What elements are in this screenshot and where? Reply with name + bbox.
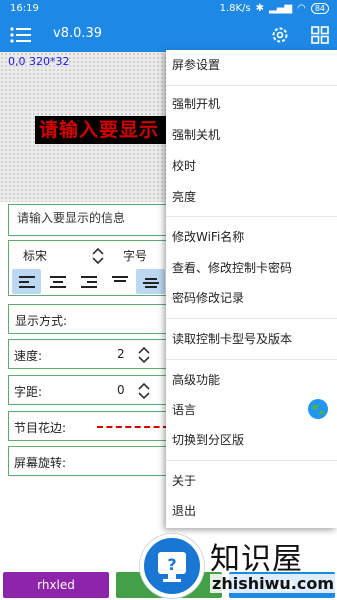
chevron-updown-icon[interactable]	[137, 346, 151, 364]
watermark: ? 知识屋 zhishiwu.com	[140, 534, 337, 600]
font-row: 标宋 字号	[9, 245, 167, 267]
menu-divider	[166, 318, 337, 319]
chevron-updown-icon[interactable]	[137, 382, 151, 400]
menu-item-brightness[interactable]: 亮度	[172, 187, 196, 207]
menu-divider	[166, 85, 337, 86]
align-top-icon	[111, 275, 128, 282]
menu-divider	[166, 359, 337, 360]
status-time: 16:19	[10, 3, 39, 14]
globe-icon	[308, 399, 328, 419]
align-center-button[interactable]	[43, 269, 72, 294]
menu-item-about[interactable]: 关于	[172, 471, 196, 491]
battery-icon: 84	[310, 3, 329, 14]
watermark-url: zhishiwu.com	[210, 574, 336, 593]
menu-item-screen-params[interactable]: 屏参设置	[172, 55, 220, 75]
menu-divider	[166, 216, 337, 217]
watermark-title: 知识屋	[210, 542, 303, 577]
wifi-icon: ◠	[297, 3, 306, 14]
rotate-select[interactable]: 屏幕旋转:	[8, 446, 168, 476]
border-label: 节目花边:	[14, 421, 67, 435]
align-center-icon	[49, 275, 66, 288]
status-bar: 16:19 1.8K/s ✱ ▂▄▆ ◠ 84	[0, 0, 337, 18]
font-settings-card: 标宋 字号	[8, 240, 168, 296]
spacing-label: 字距:	[14, 385, 43, 399]
app-version: v8.0.39	[53, 26, 103, 41]
menu-item-force-on[interactable]: 强制开机	[172, 94, 220, 114]
menu-icon[interactable]	[10, 26, 32, 44]
message-input[interactable]: 请输入要显示的信息	[8, 204, 168, 236]
speed-value: 2	[117, 347, 125, 361]
device-button[interactable]: rhxled	[3, 572, 109, 598]
status-indicators: 1.8K/s ✱ ▂▄▆ ◠ 84	[220, 3, 329, 14]
menu-item-sync-time[interactable]: 校时	[172, 156, 196, 176]
align-middle-icon	[142, 277, 159, 288]
spacing-stepper[interactable]: 字距: 0	[8, 375, 168, 405]
speed-stepper[interactable]: 速度: 2	[8, 339, 168, 369]
menu-item-card-password[interactable]: 查看、修改控制卡密码	[172, 258, 292, 278]
menu-item-force-off[interactable]: 强制关机	[172, 125, 220, 145]
align-top-button[interactable]	[105, 269, 134, 294]
menu-item-advanced[interactable]: 高级功能	[172, 370, 220, 390]
gear-icon[interactable]	[270, 25, 290, 45]
chevron-updown-icon[interactable]	[91, 247, 105, 265]
font-size-label[interactable]: 字号	[123, 247, 147, 264]
overflow-menu: 屏参设置 强制开机 强制关机 校时 亮度 修改WiFi名称 查看、修改控制卡密码…	[166, 50, 337, 528]
menu-item-password-history[interactable]: 密码修改记录	[172, 288, 244, 308]
border-select[interactable]: 节目花边:	[8, 411, 169, 441]
align-middle-button[interactable]	[136, 269, 165, 294]
question-monitor-icon: ?	[158, 552, 186, 582]
align-left-icon	[18, 275, 35, 288]
grid-icon[interactable]	[310, 25, 330, 45]
align-right-button[interactable]	[74, 269, 103, 294]
menu-divider	[166, 460, 337, 461]
bluetooth-icon: ✱	[255, 3, 264, 14]
menu-item-card-version[interactable]: 读取控制卡型号及版本	[172, 329, 292, 349]
alignment-toolbar	[12, 269, 165, 295]
watermark-logo: ?	[140, 534, 204, 598]
led-text-preview: 请输入要显示	[35, 116, 175, 144]
menu-item-zone-version[interactable]: 切换到分区版	[172, 430, 244, 450]
font-name-select[interactable]: 标宋	[23, 247, 47, 264]
preview-coordinates: 0,0 320*32	[8, 55, 70, 68]
speed-label: 速度:	[14, 349, 43, 363]
align-left-button[interactable]	[12, 269, 41, 294]
menu-item-wifi-name[interactable]: 修改WiFi名称	[172, 227, 244, 247]
align-right-icon	[80, 275, 97, 288]
spacing-value: 0	[117, 383, 125, 397]
menu-item-language[interactable]: 语言	[172, 400, 196, 420]
display-mode-select[interactable]: 显示方式:	[8, 304, 168, 334]
svg-text:?: ?	[167, 555, 176, 574]
app-bar: v8.0.39	[0, 18, 337, 52]
signal-icon: ▂▄▆	[269, 3, 293, 14]
network-speed: 1.8K/s	[219, 3, 251, 14]
menu-item-exit[interactable]: 退出	[172, 501, 196, 521]
border-preview	[97, 426, 169, 428]
